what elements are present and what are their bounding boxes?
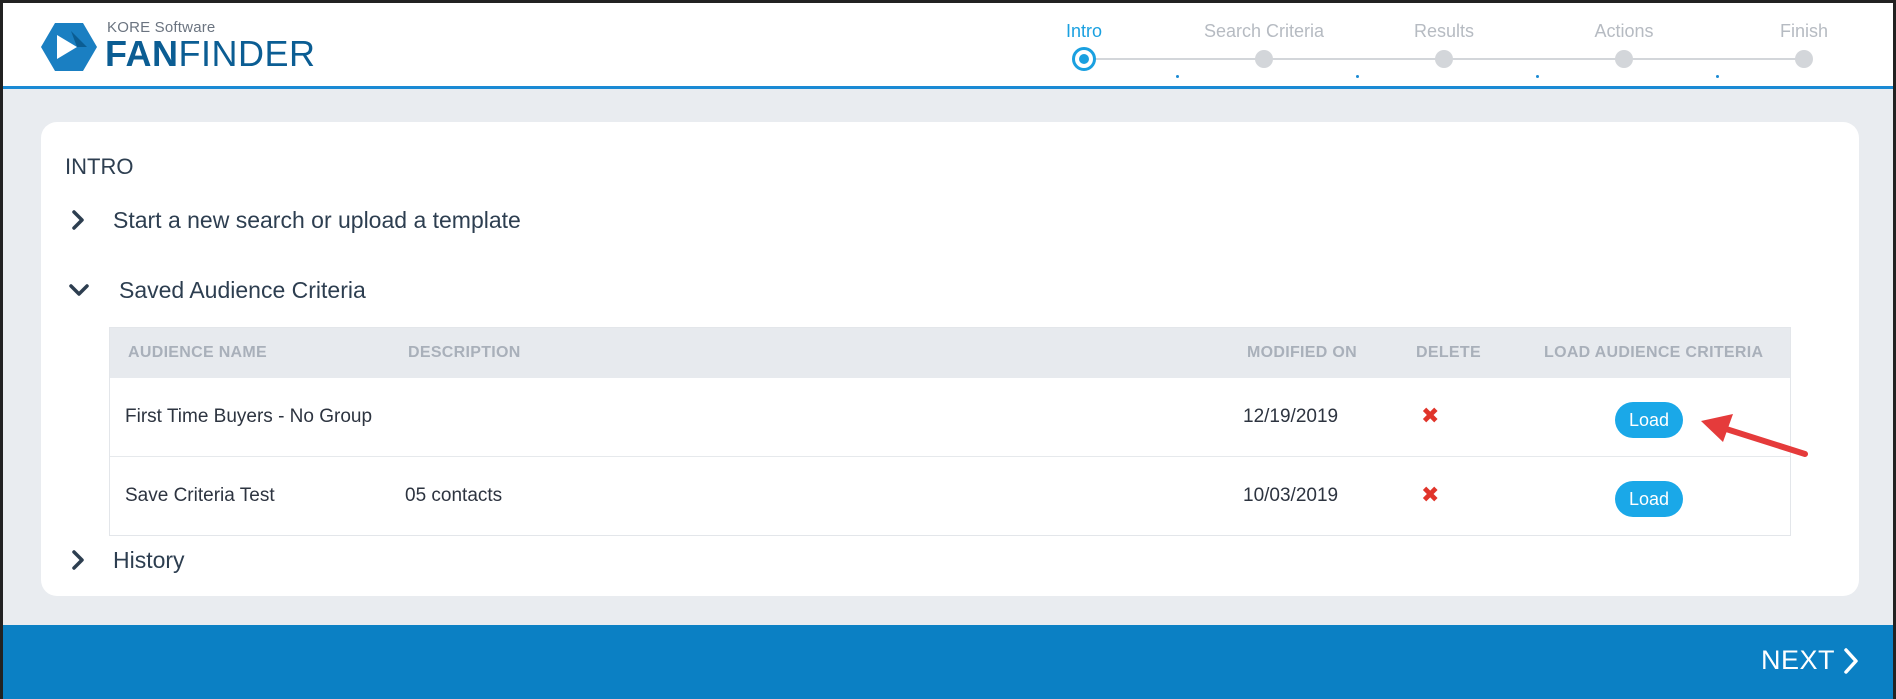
- chevron-right-icon: [1844, 647, 1858, 674]
- table-row: First Time Buyers - No Group 12/19/2019 …: [110, 378, 1790, 457]
- col-description[interactable]: DESCRIPTION: [408, 344, 521, 362]
- next-button[interactable]: NEXT: [1761, 645, 1861, 676]
- col-load-criteria: LOAD AUDIENCE CRITERIA: [1544, 344, 1764, 361]
- step-dot: [1795, 50, 1813, 68]
- delete-icon[interactable]: ✖: [1421, 484, 1439, 506]
- saved-criteria-table: AUDIENCE NAME DESCRIPTION MODIFIED ON DE…: [109, 327, 1791, 536]
- step-dot: [1435, 50, 1453, 68]
- stepper-tick: [1536, 75, 1539, 78]
- load-button[interactable]: Load: [1615, 402, 1683, 438]
- next-label: NEXT: [1760, 645, 1835, 675]
- col-delete: DELETE: [1416, 344, 1481, 361]
- stepper-tick: [1716, 75, 1719, 78]
- wizard-stepper: Intro Search Criteria Results Actions Fi…: [1043, 21, 1883, 87]
- hexagon-logo-icon: [41, 23, 97, 71]
- annotation-arrow-icon: [1701, 414, 1808, 457]
- chevron-right-icon: [65, 546, 93, 574]
- step-results[interactable]: Results: [1364, 21, 1524, 68]
- chevron-right-icon: [65, 206, 93, 234]
- section-history[interactable]: History: [65, 546, 185, 574]
- step-dot: [1615, 50, 1633, 68]
- audience-description: 05 contacts: [405, 485, 503, 506]
- audience-name: First Time Buyers - No Group: [125, 406, 373, 427]
- app-header: KORE Software FANFINDER Intro Search Cri…: [3, 3, 1893, 89]
- stepper-tick: [1356, 75, 1359, 78]
- intro-panel: INTRO Start a new search or upload a tem…: [41, 122, 1859, 596]
- wizard-footer: NEXT: [3, 625, 1893, 699]
- stepper-tick: [1176, 75, 1179, 78]
- step-search-criteria[interactable]: Search Criteria: [1184, 21, 1344, 68]
- step-dot: [1255, 50, 1273, 68]
- product-name: FANFINDER: [105, 33, 316, 74]
- step-actions[interactable]: Actions: [1544, 21, 1704, 68]
- audience-name: Save Criteria Test: [125, 485, 275, 506]
- kore-fanfinder-logo: KORE Software FANFINDER: [41, 19, 321, 75]
- modified-date: 10/03/2019: [1243, 485, 1339, 506]
- chevron-down-icon: [65, 276, 93, 304]
- section-history-label: History: [113, 546, 185, 573]
- section-new-search[interactable]: Start a new search or upload a template: [65, 206, 521, 234]
- load-button[interactable]: Load: [1615, 481, 1683, 517]
- col-audience-name[interactable]: AUDIENCE NAME: [128, 344, 267, 362]
- step-intro[interactable]: Intro: [1004, 21, 1164, 71]
- table-header: AUDIENCE NAME DESCRIPTION MODIFIED ON DE…: [110, 328, 1790, 378]
- delete-icon[interactable]: ✖: [1421, 405, 1439, 427]
- modified-date: 12/19/2019: [1243, 406, 1339, 427]
- step-dot-active: [1072, 47, 1096, 71]
- table-row: Save Criteria Test 05 contacts 10/03/201…: [110, 457, 1790, 536]
- step-finish[interactable]: Finish: [1724, 21, 1884, 68]
- page-title: INTRO: [65, 154, 134, 179]
- section-saved-criteria[interactable]: Saved Audience Criteria: [65, 276, 366, 304]
- section-new-search-label: Start a new search or upload a template: [113, 206, 521, 233]
- col-modified-on[interactable]: MODIFIED ON: [1247, 344, 1357, 362]
- section-saved-criteria-label: Saved Audience Criteria: [119, 276, 366, 303]
